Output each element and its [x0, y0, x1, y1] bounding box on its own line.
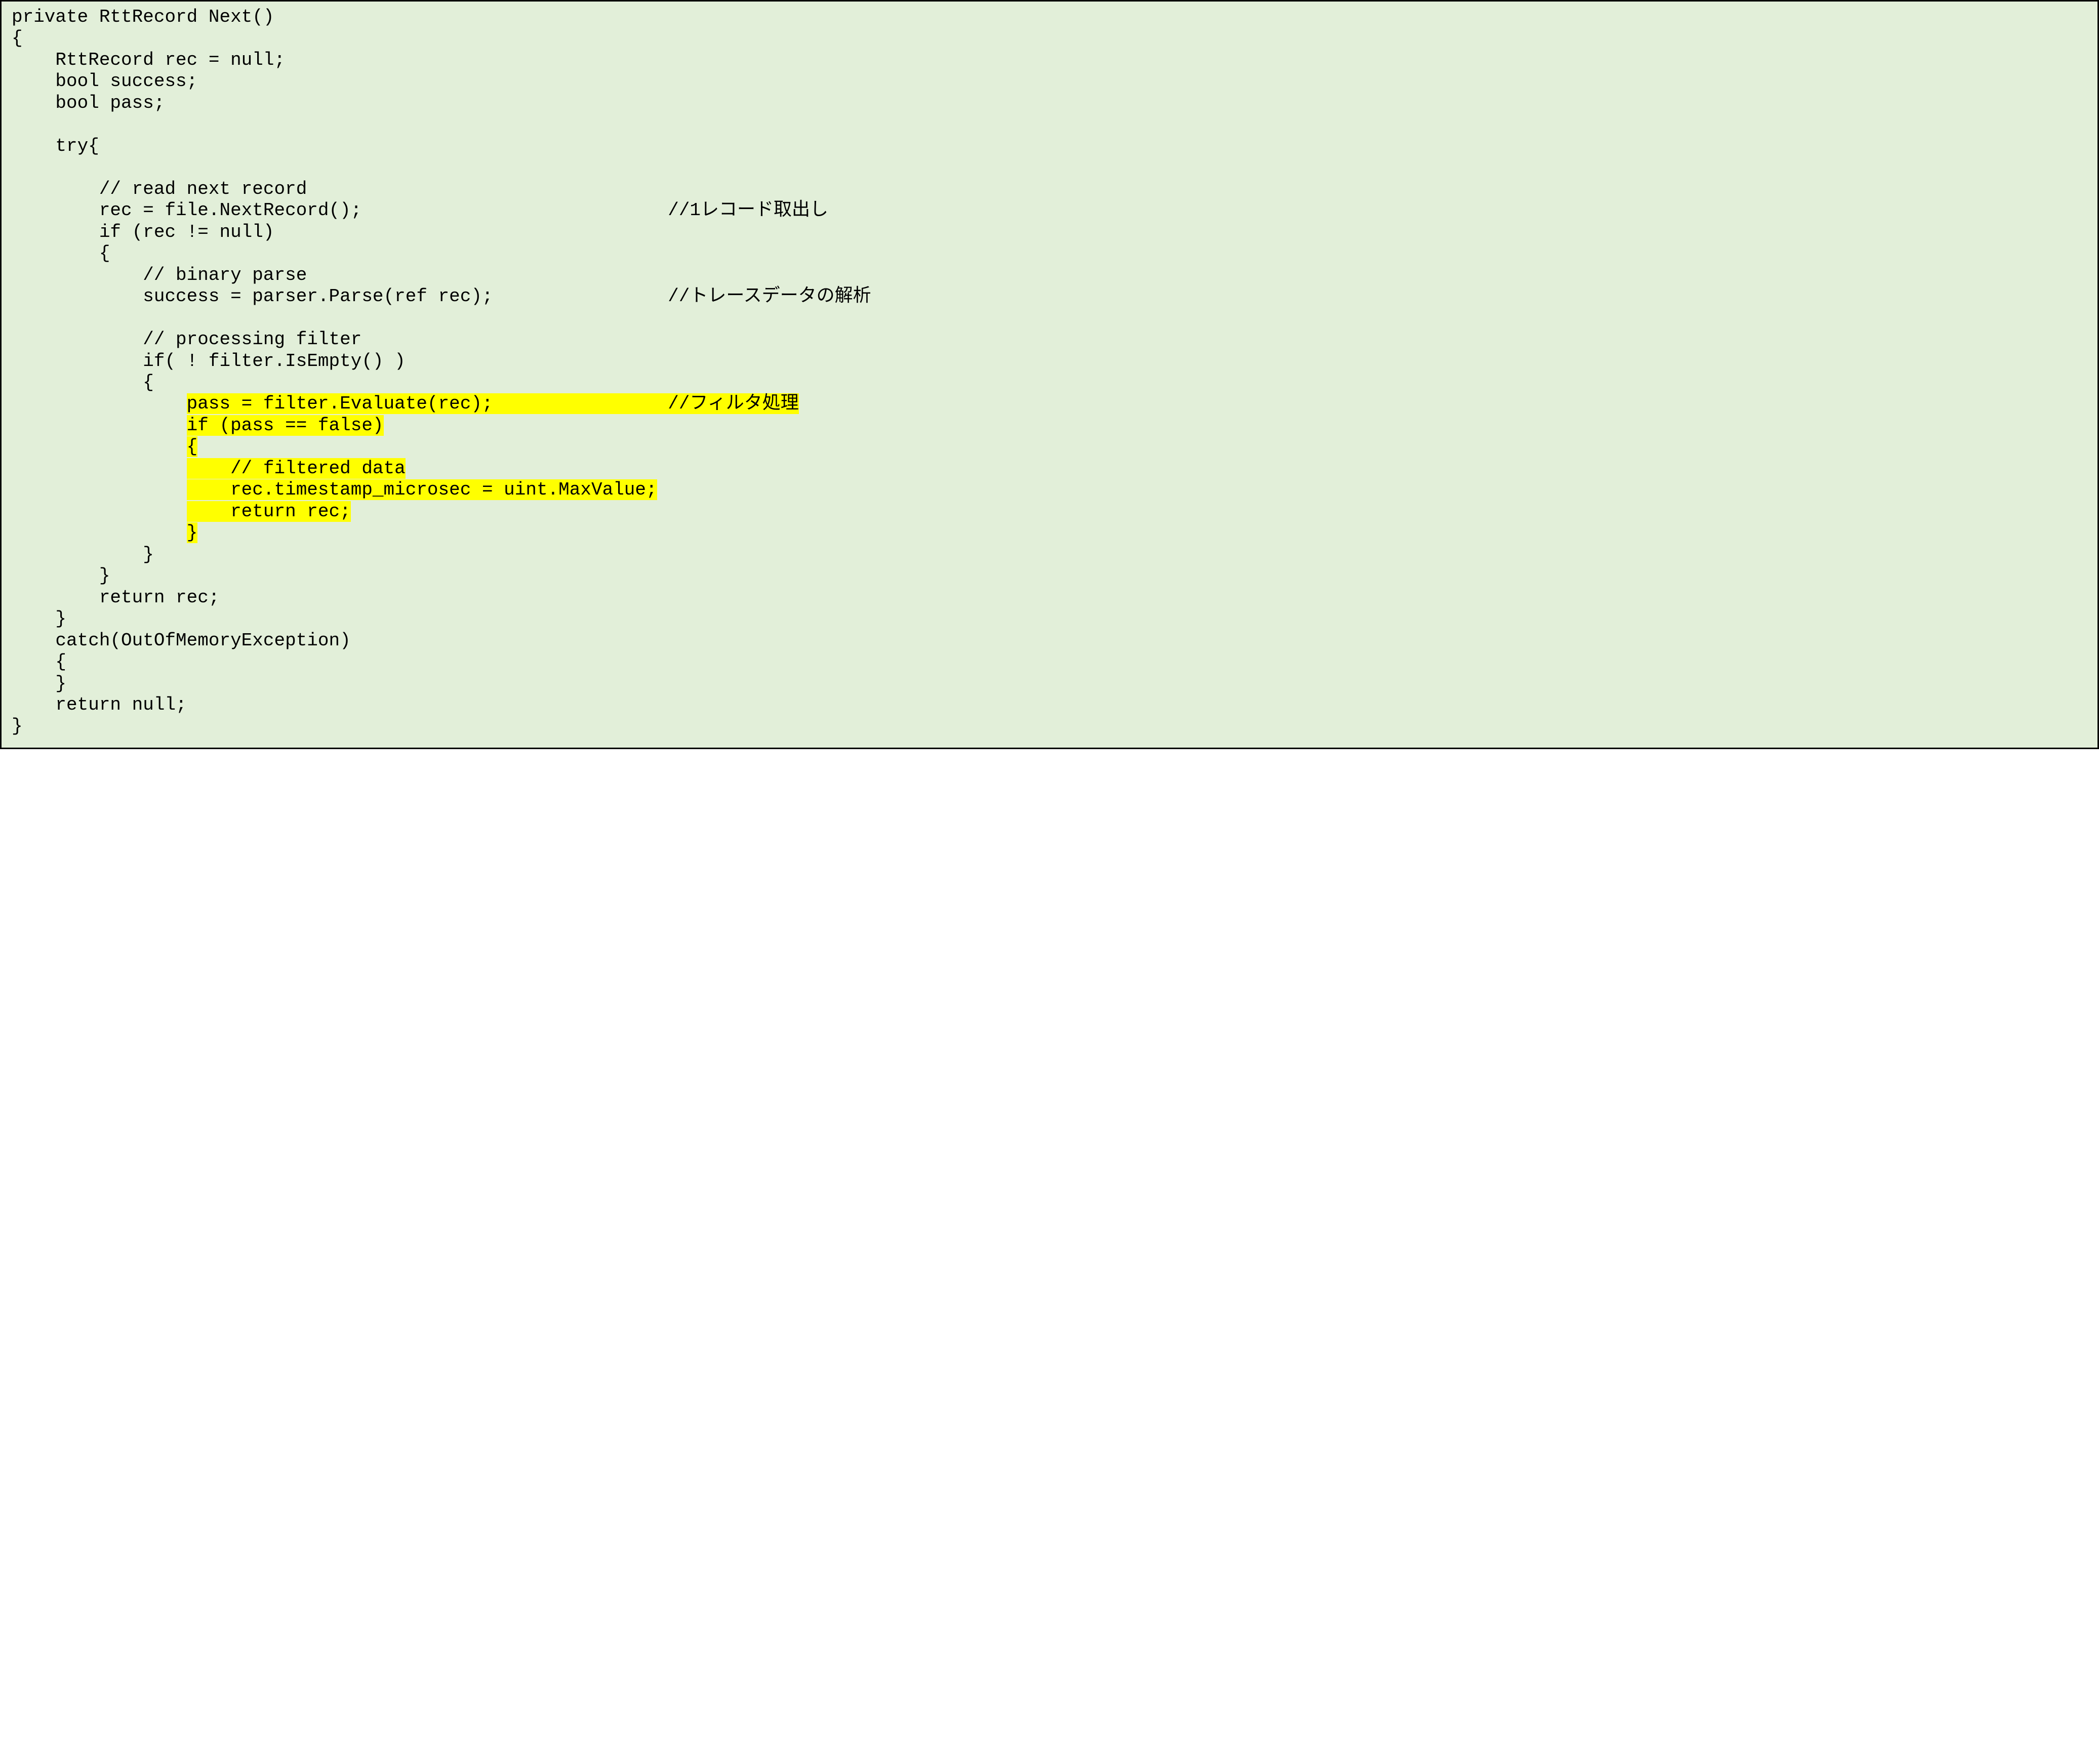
code-line: return rec; [12, 587, 219, 608]
code-line: { [12, 28, 23, 49]
code-block: private RttRecord Next() { RttRecord rec… [0, 0, 2099, 749]
code-line: rec = file.NextRecord(); [12, 200, 668, 221]
code-line: private RttRecord Next() [12, 7, 274, 27]
code-line: } [12, 565, 110, 586]
code-line-highlighted: if (pass == false) [187, 415, 384, 436]
code-line: // binary parse [12, 265, 307, 285]
code-indent [12, 393, 187, 414]
code-line: try{ [12, 136, 99, 156]
code-line: catch(OutOfMemoryException) [12, 630, 351, 651]
code-line: } [12, 673, 66, 694]
code-line: bool success; [12, 71, 197, 92]
code-line-highlighted: pass = filter.Evaluate(rec); [187, 393, 668, 414]
code-line-highlighted: // filtered data [187, 458, 406, 479]
code-line-highlighted: } [187, 522, 198, 543]
code-comment-jp-highlighted: //フィルタ処理 [668, 393, 799, 414]
code-line: { [12, 243, 110, 264]
code-line: // processing filter [12, 329, 361, 350]
code-line: // read next record [12, 179, 307, 199]
code-line: RttRecord rec = null; [12, 50, 285, 70]
code-line: bool pass; [12, 93, 165, 113]
code-line: { [12, 651, 66, 672]
code-line-highlighted: { [187, 436, 198, 457]
code-indent [12, 479, 187, 500]
code-indent [12, 436, 187, 457]
code-comment-jp: //トレースデータの解析 [668, 286, 871, 307]
code-indent [12, 458, 187, 479]
code-line: if (rec != null) [12, 222, 274, 242]
code-line-highlighted: rec.timestamp_microsec = uint.MaxValue; [187, 479, 657, 500]
code-comment-jp: //1レコード取出し [668, 200, 828, 221]
code-line: } [12, 544, 154, 565]
code-line: return null; [12, 694, 187, 715]
code-indent [12, 415, 187, 436]
code-indent [12, 522, 187, 543]
code-line-highlighted: return rec; [187, 501, 351, 522]
code-line: { [12, 372, 154, 393]
code-line: if( ! filter.IsEmpty() ) [12, 351, 406, 372]
code-indent [12, 501, 187, 522]
code-line: success = parser.Parse(ref rec); [12, 286, 668, 307]
code-line: } [12, 608, 66, 629]
code-line: } [12, 716, 23, 736]
